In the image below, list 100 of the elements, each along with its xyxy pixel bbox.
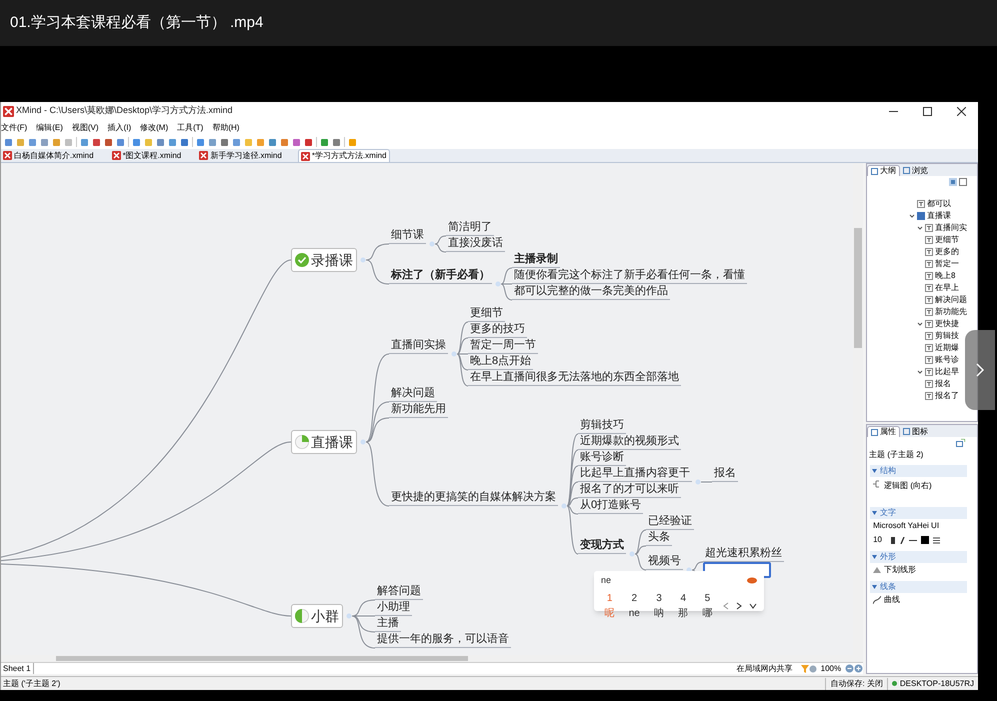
subtopic[interactable]: 简洁明了 xyxy=(446,220,494,236)
document-icon[interactable] xyxy=(959,178,967,186)
collapse-dot-icon[interactable] xyxy=(452,352,456,356)
subtopic[interactable]: 在早上直播间很多无法落地的东西全部落地 xyxy=(468,370,681,386)
subtopic[interactable]: 视频号 xyxy=(646,554,683,570)
subtopic[interactable]: 账号诊断 xyxy=(578,450,626,466)
new-style-icon[interactable] xyxy=(956,439,965,447)
subtopic[interactable]: 已经验证 xyxy=(646,514,694,530)
ime-candidate[interactable]: 4 那 xyxy=(674,590,692,620)
collapse-dot-icon[interactable] xyxy=(360,258,366,262)
ime-candidate[interactable]: 3 呐 xyxy=(650,590,668,620)
next-video-button[interactable] xyxy=(965,330,995,410)
scrollbar-thumb[interactable] xyxy=(854,228,862,348)
outline-item[interactable]: 账号诊 xyxy=(935,354,965,366)
chevron-left-icon[interactable] xyxy=(723,602,729,610)
menu-item[interactable]: 修改(M) xyxy=(140,122,168,134)
menu-item[interactable]: 工具(T) xyxy=(177,122,204,134)
panel-tab[interactable]: 图标 xyxy=(900,426,932,437)
menu-item[interactable]: 帮助(H) xyxy=(212,122,240,134)
menu-item[interactable]: 插入(I) xyxy=(108,122,132,134)
font-size-field[interactable]: 10 xyxy=(873,534,882,546)
zoom-out-icon[interactable] xyxy=(845,664,854,673)
outline-item[interactable]: 晚上8 xyxy=(935,270,965,282)
subtopic[interactable]: 主播 xyxy=(375,616,401,632)
chevron-down-icon[interactable] xyxy=(917,369,923,375)
outline-item[interactable]: 暂定一 xyxy=(935,258,965,270)
subtopic[interactable]: 标注了（新手必看） xyxy=(389,268,492,284)
menu-item[interactable]: 视图(V) xyxy=(72,122,99,134)
zoom-in-icon[interactable] xyxy=(854,664,864,673)
subtopic[interactable]: 晚上8点开始 xyxy=(468,354,534,370)
main-topic[interactable]: 录播课 xyxy=(291,248,357,272)
outline-item[interactable]: 更细节 xyxy=(935,234,965,246)
subtopic[interactable]: 小助理 xyxy=(375,600,412,616)
subtopic[interactable]: 更细节 xyxy=(468,306,505,322)
ime-candidate[interactable]: 5 哪 xyxy=(698,590,716,620)
outline-item[interactable]: 解决问题 xyxy=(935,294,965,306)
sheet-tab[interactable]: Sheet 1 xyxy=(1,663,34,674)
panel-tab[interactable]: 大纲 xyxy=(867,165,900,176)
outline-item[interactable]: 直播课 xyxy=(927,210,957,222)
subtopic[interactable]: 变现方式 xyxy=(578,538,626,554)
ime-candidate[interactable]: 2 ne xyxy=(625,590,644,620)
scrollbar-thumb[interactable] xyxy=(56,656,468,661)
outline-item[interactable]: 更多的 xyxy=(935,246,965,258)
filter-icon[interactable] xyxy=(800,664,809,672)
collapse-dot-icon[interactable] xyxy=(696,480,700,484)
main-topic[interactable]: 直播课 xyxy=(291,430,357,454)
subtopic[interactable]: 提供一年的服务，可以语音 xyxy=(375,632,511,648)
collapse-dot-icon[interactable] xyxy=(562,504,566,508)
editor-tab[interactable]: *学习方式方法.xmind xyxy=(298,149,390,162)
subtopic[interactable]: 主播录制 xyxy=(512,252,560,268)
chevron-down-icon[interactable] xyxy=(909,213,915,219)
subtopic[interactable]: 都可以完整的做一条完美的作品 xyxy=(512,284,670,300)
subtopic[interactable]: 比起早上直播内容更干 xyxy=(578,466,692,482)
outline-item[interactable]: 在早上 xyxy=(935,282,965,294)
editor-tab[interactable]: 新手学习途径.xmind xyxy=(197,149,284,162)
collapse-dot-icon[interactable] xyxy=(630,552,634,556)
subtopic[interactable]: 近期爆款的视频形式 xyxy=(578,434,681,450)
collapse-dot-icon[interactable] xyxy=(360,440,366,444)
chevron-down-icon[interactable] xyxy=(917,321,923,327)
outline-item[interactable]: 报名了 xyxy=(935,390,965,402)
outline-item[interactable]: 更快捷 xyxy=(935,318,965,330)
color-swatch-icon[interactable] xyxy=(921,536,930,544)
subtopic[interactable]: 随便你看完这个标注了新手必看任何一条，看懂 xyxy=(512,268,747,284)
outline-item[interactable]: 直播间实 xyxy=(935,222,965,234)
subtopic[interactable]: 剪辑技巧 xyxy=(578,418,626,434)
collapse-dot-icon[interactable] xyxy=(430,242,434,246)
subtopic[interactable]: 头条 xyxy=(646,530,672,546)
subtopic[interactable]: 细节课 xyxy=(389,228,426,244)
editor-tab[interactable]: *图文课程.xmind xyxy=(110,149,184,162)
main-topic[interactable]: 小群 xyxy=(291,604,343,628)
outline-item[interactable]: 比起早 xyxy=(935,366,965,378)
subtopic[interactable]: 解答问题 xyxy=(375,584,423,600)
zoom-icon[interactable] xyxy=(808,664,817,672)
chevron-down-icon[interactable] xyxy=(917,225,923,231)
collapse-dot-icon[interactable] xyxy=(346,614,352,618)
subtopic[interactable]: 报名了的才可以来听 xyxy=(578,482,681,498)
subtopic[interactable]: 更快捷的更搞笑的自媒体解决方案 xyxy=(389,490,558,506)
subtopic[interactable]: 直播间实操 xyxy=(389,338,448,354)
menu-item[interactable]: 编辑(E) xyxy=(36,122,63,134)
subtopic[interactable]: 报名 xyxy=(712,466,738,482)
subtopic[interactable]: 解决问题 xyxy=(389,386,437,402)
chevron-right-icon[interactable] xyxy=(736,602,742,610)
chevron-down-icon[interactable] xyxy=(749,602,757,608)
collapse-dot-icon[interactable] xyxy=(496,282,500,286)
outline-item[interactable]: 剪辑技 xyxy=(935,330,965,342)
subtopic[interactable]: 直接没废话 xyxy=(446,236,505,252)
panel-tab[interactable]: 浏览 xyxy=(900,165,932,176)
outline-item[interactable]: 新功能先 xyxy=(935,306,965,318)
panel-tab[interactable]: 属性 xyxy=(867,426,900,437)
italic-icon[interactable] xyxy=(900,536,906,544)
subtopic[interactable]: 更多的技巧 xyxy=(468,322,527,338)
outline-item[interactable]: 近期爆 xyxy=(935,342,965,354)
menu-item[interactable]: 文件(F) xyxy=(1,122,28,134)
align-icon[interactable] xyxy=(933,536,940,544)
outline-item[interactable]: 都可以 xyxy=(927,198,957,210)
font-field[interactable]: Microsoft YaHei UI xyxy=(873,520,940,532)
subtopic[interactable]: 暂定一周一节 xyxy=(468,338,538,354)
editor-tab[interactable]: 白杨自媒体简介.xmind xyxy=(1,149,96,162)
outline-item[interactable]: 报名 xyxy=(935,378,965,390)
layout-icon[interactable] xyxy=(949,178,957,186)
